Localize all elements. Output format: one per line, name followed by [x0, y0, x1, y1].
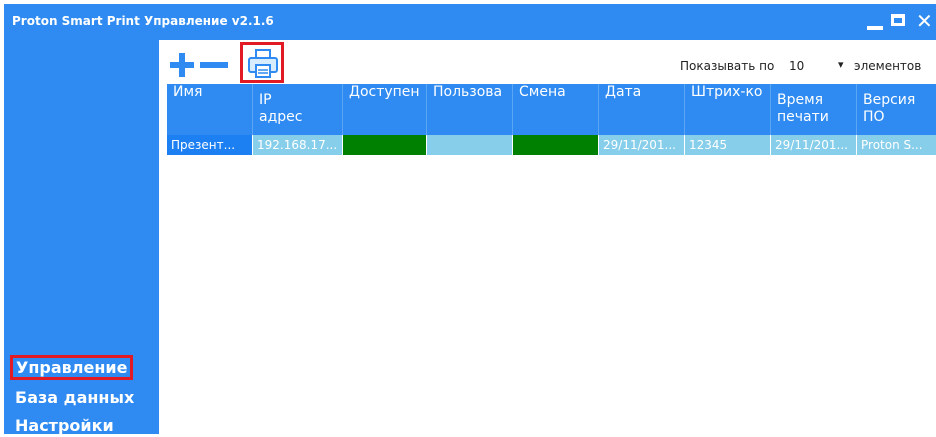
column-shift[interactable]: Смена: [513, 84, 599, 135]
table-row[interactable]: Презент... 192.168.17... 29/11/201... 12…: [167, 135, 936, 155]
maximize-button[interactable]: [891, 14, 905, 26]
column-ip[interactable]: IP адрес: [253, 84, 343, 135]
close-icon: ✕: [916, 10, 933, 32]
column-version[interactable]: Версия ПО: [857, 84, 936, 135]
cell-version: Proton S...: [857, 135, 936, 155]
pager-label: Показывать по: [680, 59, 775, 73]
chevron-down-icon[interactable]: ▾: [838, 58, 844, 71]
sidebar-item-database[interactable]: База данных: [10, 386, 139, 409]
cell-shift: [513, 135, 599, 155]
sidebar-item-management[interactable]: Управление: [10, 355, 134, 380]
pager-suffix: элементов: [854, 59, 922, 73]
minimize-button[interactable]: [867, 10, 883, 32]
column-print-time[interactable]: Время печати: [771, 84, 857, 135]
column-date[interactable]: Дата: [599, 84, 685, 135]
minus-icon[interactable]: [200, 53, 228, 77]
close-button[interactable]: ✕: [916, 10, 936, 32]
page-size-select[interactable]: 10: [789, 59, 804, 73]
title-bar[interactable]: Proton Smart Print Управление v2.1.6 ✕: [4, 4, 936, 40]
cell-barcode: 12345: [685, 135, 771, 155]
cell-name: Презент...: [167, 135, 253, 155]
column-barcode[interactable]: Штрих-ко: [685, 84, 771, 135]
app-window: Proton Smart Print Управление v2.1.6 ✕ У…: [4, 4, 936, 435]
minimize-icon: [867, 26, 883, 30]
column-user[interactable]: Пользова: [427, 84, 513, 135]
cell-date: 29/11/201...: [599, 135, 685, 155]
cell-user: [427, 135, 513, 155]
cell-ip: 192.168.17...: [253, 135, 343, 155]
table-header: Имя IP адрес Доступен Пользова Смена Дата…: [167, 84, 936, 135]
column-name[interactable]: Имя: [167, 84, 253, 135]
window-title: Proton Smart Print Управление v2.1.6: [12, 14, 274, 28]
print-button[interactable]: [240, 42, 284, 83]
cell-print-time: 29/11/201...: [771, 135, 857, 155]
sidebar: Управление База данных Настройки: [4, 40, 159, 435]
plus-icon[interactable]: [170, 53, 194, 77]
cell-available: [343, 135, 427, 155]
printer-icon: [248, 49, 278, 78]
column-available[interactable]: Доступен: [343, 84, 427, 135]
